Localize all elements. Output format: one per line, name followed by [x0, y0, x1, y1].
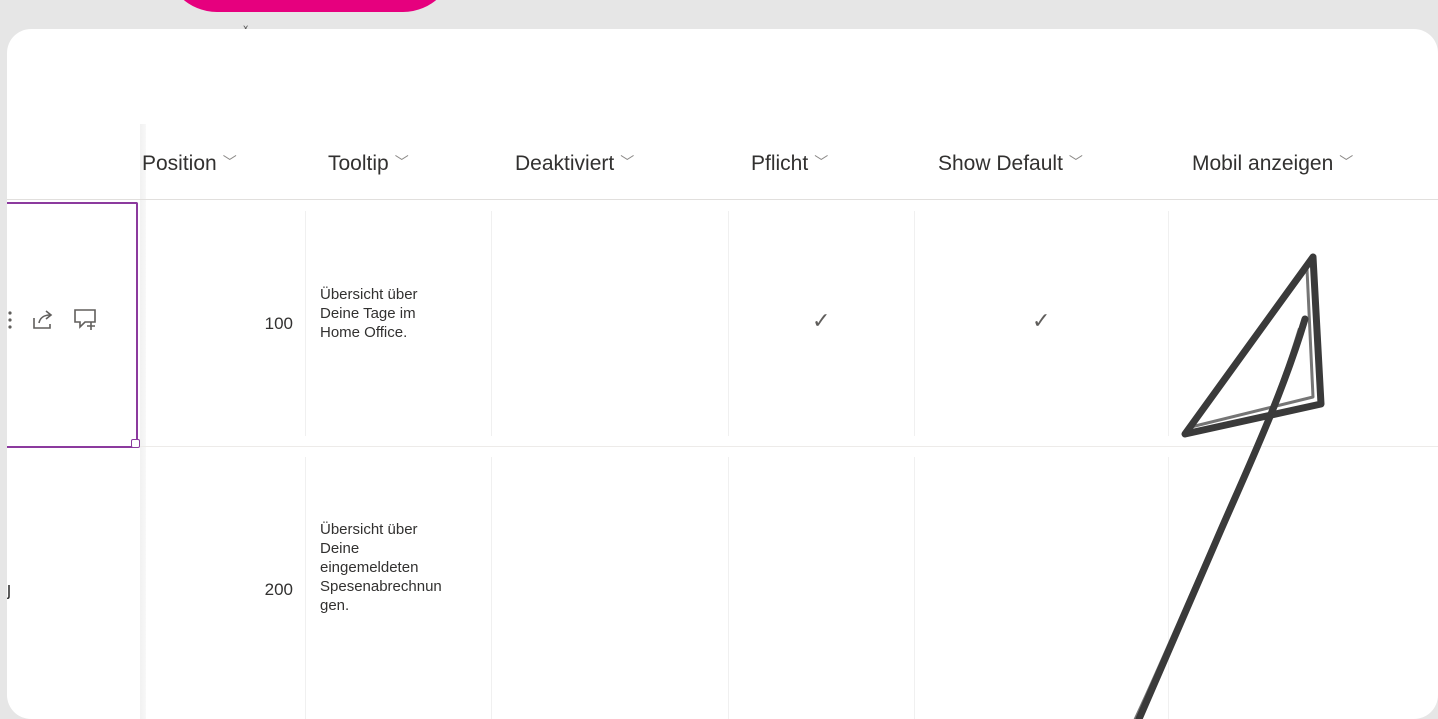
column-header-pflicht[interactable]: Pflicht ﹀	[751, 152, 828, 176]
cell-divider	[305, 457, 306, 719]
column-header-label: Show Default	[938, 152, 1063, 175]
column-header-label: Mobil anzeigen	[1192, 152, 1334, 175]
comment-add-icon[interactable]	[73, 308, 99, 337]
tooltip-line: Home Office.	[320, 324, 408, 341]
resize-handle[interactable]	[131, 439, 140, 448]
hand-drawn-arrow-icon	[1133, 253, 1325, 719]
column-header-label: Position	[142, 152, 217, 175]
tooltip-line: Übersicht über	[320, 286, 418, 303]
tooltip-line: eingemeldeten	[320, 559, 419, 576]
tooltip-line: Deine Tage im	[320, 305, 416, 322]
row-actions	[7, 308, 117, 337]
checkmark-icon: ✓	[812, 308, 831, 333]
cell-tooltip: Übersicht über Deine Tage im Home Office…	[320, 285, 490, 342]
chevron-down-icon: ﹀	[222, 154, 237, 170]
truncated-glyph: ȷ	[7, 579, 11, 599]
column-header-mobil-anzeigen[interactable]: Mobil anzeigen ﹀	[1192, 152, 1353, 176]
column-header-tooltip[interactable]: Tooltip ﹀	[328, 152, 409, 176]
chevron-down-icon: ﹀	[394, 154, 409, 170]
cell-divider	[305, 211, 306, 436]
column-header-deaktiviert[interactable]: Deaktiviert ﹀	[515, 152, 634, 176]
list-view-card: Position ﹀ Tooltip ﹀ Deaktiviert ﹀ Pflicht ﹀…	[7, 29, 1438, 719]
column-header-label: Deaktiviert	[515, 152, 615, 175]
column-header-row: Position ﹀ Tooltip ﹀ Deaktiviert ﹀ Pflicht ﹀…	[7, 124, 1438, 200]
cell-position: 100	[264, 314, 293, 333]
brand-shape	[165, 0, 455, 12]
cell-position: 200	[264, 580, 293, 599]
column-header-position[interactable]: Position ﹀	[142, 152, 237, 176]
column-header-show-default[interactable]: Show Default ﹀	[938, 152, 1083, 176]
list-grid: Position ﹀ Tooltip ﹀ Deaktiviert ﹀ Pflicht ﹀…	[7, 29, 1438, 719]
column-header-label: Pflicht	[751, 152, 809, 175]
cell-divider	[914, 211, 915, 436]
column-header-label: Tooltip	[328, 152, 389, 175]
chevron-down-icon: ﹀	[620, 154, 635, 170]
tooltip-line: Deine	[320, 540, 360, 557]
cell-divider	[914, 457, 915, 719]
chevron-down-icon: ﹀	[1068, 154, 1083, 170]
checkmark-icon: ✓	[1032, 308, 1051, 333]
tooltip-line: Spesenabrechnun	[320, 578, 442, 595]
more-vertical-icon[interactable]	[7, 310, 13, 335]
cell-divider	[491, 211, 492, 436]
share-icon[interactable]	[31, 309, 55, 336]
cell-divider	[728, 457, 729, 719]
chevron-down-icon: ﹀	[814, 154, 829, 170]
tooltip-line: Übersicht über	[320, 521, 418, 538]
cell-divider	[491, 457, 492, 719]
tooltip-line: gen.	[320, 597, 350, 614]
cell-divider	[728, 211, 729, 436]
chevron-down-icon: ﹀	[1339, 154, 1354, 170]
cell-tooltip: Übersicht über Deine eingemeldeten Spese…	[320, 520, 490, 615]
